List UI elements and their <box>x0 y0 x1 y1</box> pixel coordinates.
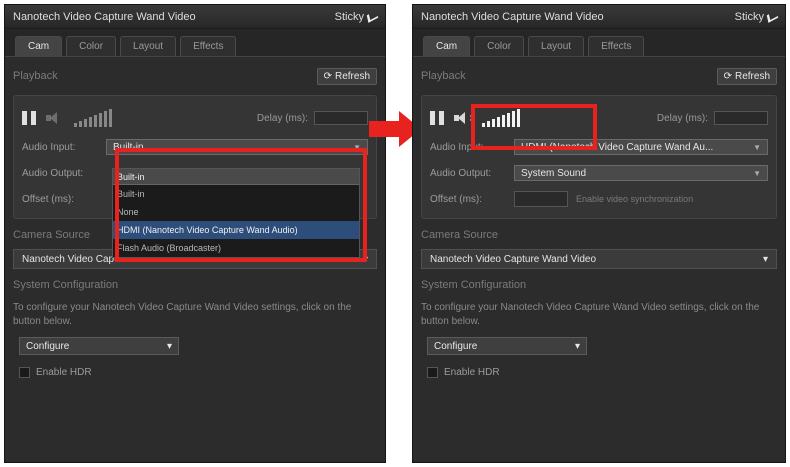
delay-label: Delay (ms): <box>256 112 308 124</box>
playback-title: Playback <box>13 70 58 82</box>
panel-title: Nanotech Video Capture Wand Video <box>13 10 196 23</box>
tab-layout[interactable]: Layout <box>120 36 177 56</box>
tab-color[interactable]: Color <box>474 36 525 56</box>
refresh-label: Refresh <box>734 70 770 82</box>
sticky-toggle[interactable]: Sticky <box>334 10 379 23</box>
chevron-down-icon: ▾ <box>166 340 172 352</box>
camera-source-label: Camera Source <box>421 229 499 241</box>
panel-titlebar: Nanotech Video Capture Wand Video Sticky <box>5 5 385 29</box>
configure-button[interactable]: Configure ▾ <box>427 337 587 355</box>
tab-layout[interactable]: Layout <box>528 36 585 56</box>
delay-input[interactable] <box>314 111 368 125</box>
playback-title: Playback <box>421 70 466 82</box>
refresh-icon: ⟳ <box>723 70 732 82</box>
tab-cam[interactable]: Cam <box>15 36 63 56</box>
offset-hint: Enable video synchronization <box>576 194 694 204</box>
enable-hdr-row: Enable HDR <box>19 367 371 378</box>
refresh-button[interactable]: ⟳ Refresh <box>716 67 777 85</box>
configure-label: Configure <box>434 340 478 352</box>
playback-controls: Delay (ms): <box>22 104 368 132</box>
dropdown-option[interactable]: Built-in <box>113 185 359 203</box>
configure-button[interactable]: Configure ▾ <box>19 337 179 355</box>
enable-hdr-label: Enable HDR <box>36 367 92 378</box>
audio-output-label: Audio Output: <box>430 167 492 179</box>
chevron-down-icon: ▾ <box>762 253 768 265</box>
camera-source-select[interactable]: Nanotech Video Capture Wand Video ▾ <box>421 249 777 269</box>
enable-hdr-checkbox[interactable] <box>427 367 438 378</box>
audio-output-row: Audio Output: System Sound ▼ <box>430 162 768 184</box>
sticky-label: Sticky <box>734 10 764 23</box>
offset-label: Offset (ms): <box>22 193 75 205</box>
audio-input-select[interactable]: Built-in ▼ <box>106 139 368 155</box>
delay-label: Delay (ms): <box>656 112 708 124</box>
audio-input-row: Audio Input: HDMI (Nanotech Video Captur… <box>430 136 768 158</box>
dropdown-current-label: Built-in <box>117 171 145 182</box>
playback-header: Playback ⟳ Refresh <box>413 65 785 87</box>
settings-panel-after: Nanotech Video Capture Wand Video Sticky… <box>412 4 786 463</box>
playback-box: Delay (ms): Audio Input: HDMI (Nanotech … <box>421 95 777 219</box>
dropdown-option[interactable]: Flash Audio (Broadcaster) <box>113 239 359 257</box>
audio-input-value: HDMI (Nanotech Video Capture Wand Au... <box>521 141 714 153</box>
enable-hdr-row: Enable HDR <box>427 367 771 378</box>
pencil-icon <box>366 10 379 23</box>
speaker-muted-icon[interactable] <box>46 111 64 125</box>
audio-input-label: Audio Input: <box>430 141 484 153</box>
offset-label: Offset (ms): <box>430 193 483 205</box>
dropdown-option[interactable]: None <box>113 203 359 221</box>
chevron-down-icon: ▼ <box>753 168 761 178</box>
audio-input-dropdown[interactable]: Built-in Built-in None HDMI (Nanotech Vi… <box>112 168 360 258</box>
speaker-icon[interactable] <box>454 111 473 125</box>
sticky-label: Sticky <box>334 10 364 23</box>
refresh-button[interactable]: ⟳ Refresh <box>316 67 377 85</box>
delay-control: Delay (ms): <box>257 111 368 125</box>
panel-title: Nanotech Video Capture Wand Video <box>421 10 604 23</box>
config-description: To configure your Nanotech Video Capture… <box>421 302 760 327</box>
dropdown-current-value[interactable]: Built-in <box>113 169 359 185</box>
refresh-icon: ⟳ <box>323 70 332 82</box>
sticky-toggle[interactable]: Sticky <box>734 10 779 23</box>
dropdown-option-selected[interactable]: HDMI (Nanotech Video Capture Wand Audio) <box>113 221 359 239</box>
delay-input[interactable] <box>714 111 768 125</box>
offset-input[interactable] <box>514 191 568 207</box>
audio-output-label: Audio Output: <box>22 167 84 179</box>
tab-bar: Cam Color Layout Effects <box>5 29 385 57</box>
playback-controls: Delay (ms): <box>430 104 768 132</box>
audio-output-select[interactable]: System Sound ▼ <box>514 165 768 181</box>
pause-icon[interactable] <box>430 111 444 125</box>
configure-label: Configure <box>26 340 70 352</box>
tab-cam[interactable]: Cam <box>423 36 471 56</box>
audio-input-label: Audio Input: <box>22 141 76 153</box>
tab-bar: Cam Color Layout Effects <box>413 29 785 57</box>
offset-row: Offset (ms): Enable video synchronizatio… <box>430 188 768 210</box>
tab-effects[interactable]: Effects <box>588 36 645 56</box>
chevron-down-icon: ▼ <box>753 142 761 152</box>
audio-output-value: System Sound <box>521 167 587 179</box>
chevron-down-icon: ▾ <box>574 340 580 352</box>
tab-effects[interactable]: Effects <box>180 36 237 56</box>
pencil-icon <box>766 10 779 23</box>
tab-color[interactable]: Color <box>66 36 117 56</box>
chevron-down-icon: ▼ <box>353 142 361 152</box>
system-config-label: System Configuration <box>13 279 119 291</box>
delay-control: Delay (ms): <box>657 111 768 125</box>
audio-input-select[interactable]: HDMI (Nanotech Video Capture Wand Au... … <box>514 139 768 155</box>
playback-header: Playback ⟳ Refresh <box>5 65 385 87</box>
system-config-label: System Configuration <box>421 279 527 291</box>
volume-slider[interactable] <box>74 109 112 127</box>
refresh-label: Refresh <box>334 70 370 82</box>
volume-slider[interactable] <box>482 109 520 127</box>
pause-icon[interactable] <box>22 111 36 125</box>
audio-input-value: Built-in <box>113 141 144 153</box>
enable-hdr-label: Enable HDR <box>444 367 500 378</box>
enable-hdr-checkbox[interactable] <box>19 367 30 378</box>
config-description: To configure your Nanotech Video Capture… <box>13 302 352 327</box>
panel-titlebar: Nanotech Video Capture Wand Video Sticky <box>413 5 785 29</box>
camera-source-value: Nanotech Video Capture Wand Video <box>430 253 597 265</box>
chevron-down-icon: ▾ <box>362 253 368 265</box>
audio-input-row: Audio Input: Built-in ▼ <box>22 136 368 158</box>
